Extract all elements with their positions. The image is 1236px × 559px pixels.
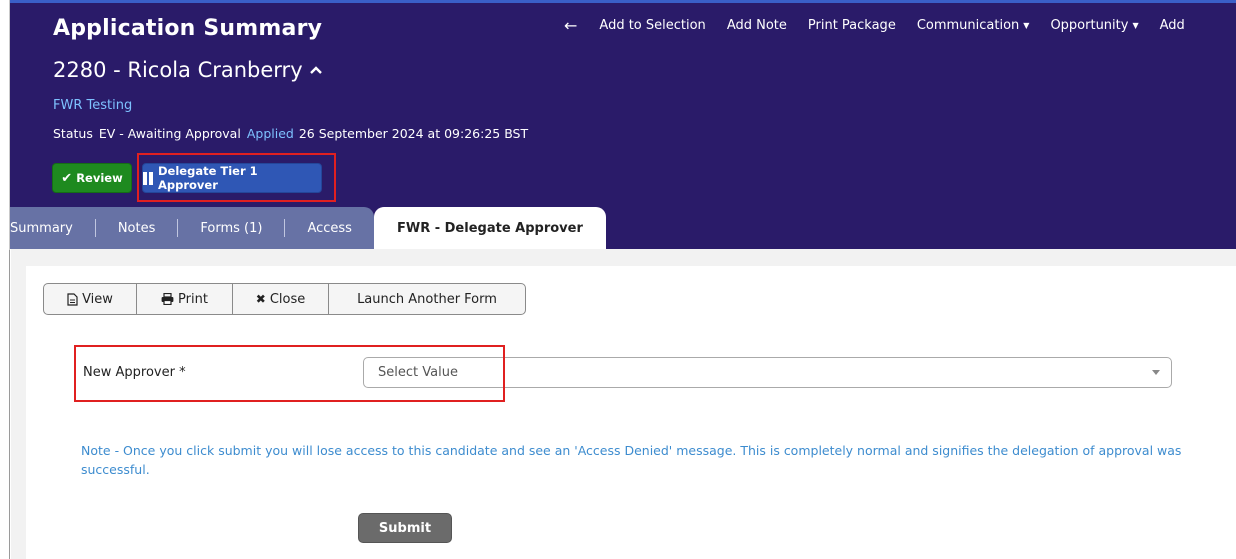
launch-label: Launch Another Form: [357, 291, 497, 307]
applied-label: Applied: [246, 126, 294, 141]
document-icon: [67, 292, 78, 306]
delegation-note: Note - Once you click submit you will lo…: [81, 443, 1182, 477]
tab-fwr-delegate-approver[interactable]: FWR - Delegate Approver: [373, 207, 606, 249]
highlight-box-delegate: [137, 153, 336, 202]
close-icon: ✖: [255, 292, 266, 306]
highlight-box-new-approver: [74, 345, 505, 402]
tab-summary[interactable]: Summary: [10, 220, 95, 236]
tab-fwr-delegate-approver-label: FWR - Delegate Approver: [396, 220, 583, 236]
close-button[interactable]: ✖ Close: [233, 284, 329, 314]
view-button[interactable]: View: [44, 284, 137, 314]
tab-notes-label: Notes: [117, 220, 156, 236]
tab-forms-label: Forms (1): [200, 220, 263, 236]
inactive-tabs-group: Summary Notes Forms (1) Access: [10, 207, 374, 249]
applied-value: 26 September 2024 at 09:26:25 BST: [298, 126, 529, 141]
add-to-selection-link[interactable]: Add to Selection: [599, 18, 705, 33]
communication-label: Communication: [916, 17, 1020, 33]
close-label: Close: [269, 291, 306, 307]
dropdown-arrow-icon: [1152, 370, 1160, 375]
print-icon: [161, 293, 174, 305]
caret-down-icon: ▼: [1023, 20, 1030, 30]
tab-access-label: Access: [307, 220, 352, 236]
review-button[interactable]: ✔ Review: [52, 163, 132, 193]
view-label: View: [82, 291, 113, 307]
tab-bar: Summary Notes Forms (1) Access FWR - Del…: [10, 207, 606, 249]
status-value: EV - Awaiting Approval: [98, 126, 241, 141]
submit-button[interactable]: Submit: [358, 513, 452, 543]
back-arrow-icon[interactable]: ←: [564, 16, 577, 35]
left-edge-frame-lower: [0, 250, 10, 559]
tab-forms[interactable]: Forms (1): [178, 220, 285, 236]
print-package-link[interactable]: Print Package: [808, 18, 896, 33]
add-dropdown-truncated[interactable]: Add: [1160, 18, 1185, 33]
candidate-title: 2280 - Ricola Cranberry: [53, 58, 323, 82]
add-note-link[interactable]: Add Note: [727, 18, 787, 33]
header-actions: ← Add to Selection Add Note Print Packag…: [564, 16, 1206, 35]
communication-dropdown[interactable]: Communication ▼: [917, 18, 1030, 33]
page-title: Application Summary: [53, 16, 323, 41]
form-toolbar: View Print ✖ Close Launch Another Form: [43, 283, 526, 315]
check-icon: ✔: [61, 170, 73, 186]
tab-notes[interactable]: Notes: [95, 220, 178, 236]
print-button[interactable]: Print: [137, 284, 233, 314]
launch-another-form-button[interactable]: Launch Another Form: [329, 284, 525, 314]
status-line: Status EV - Awaiting Approval Applied 26…: [53, 126, 534, 141]
org-link[interactable]: FWR Testing: [53, 98, 132, 113]
chevron-up-icon[interactable]: [309, 65, 323, 75]
candidate-name: 2280 - Ricola Cranberry: [53, 58, 303, 82]
review-label: Review: [76, 171, 123, 185]
tab-access[interactable]: Access: [285, 220, 374, 236]
opportunity-dropdown[interactable]: Opportunity ▼: [1050, 18, 1138, 33]
print-label: Print: [178, 291, 208, 307]
caret-down-icon: ▼: [1132, 20, 1139, 30]
tab-summary-label: Summary: [10, 220, 73, 236]
status-label: Status: [53, 126, 93, 141]
opportunity-label: Opportunity: [1050, 17, 1129, 33]
